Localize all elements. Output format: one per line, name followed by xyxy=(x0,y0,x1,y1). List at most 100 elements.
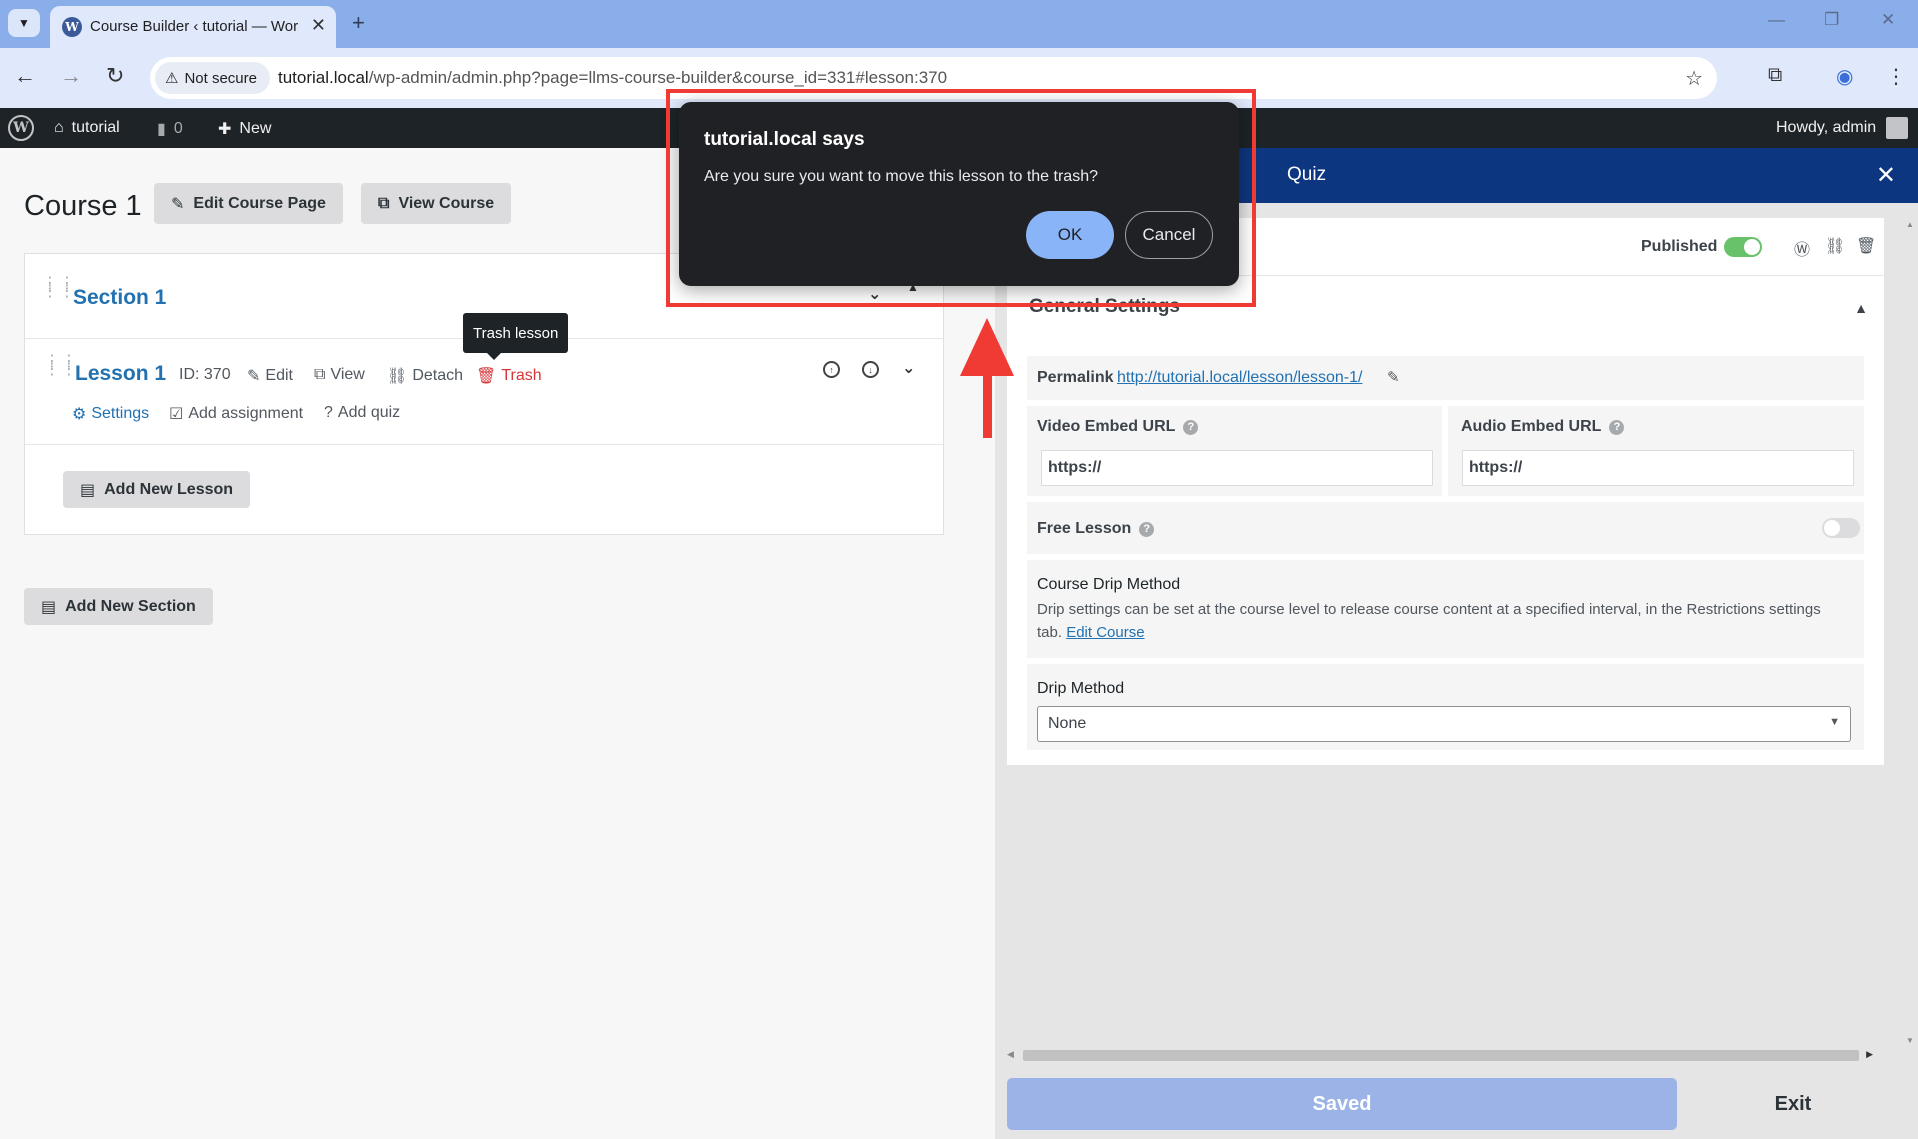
new-tab-button[interactable]: + xyxy=(352,10,365,36)
comment-bubble-icon: ▮ xyxy=(157,121,166,138)
add-assignment-link[interactable]: ☑ Add assignment xyxy=(169,404,303,424)
panel-close-icon[interactable]: ✕ xyxy=(1876,161,1896,190)
lesson-settings-label: Settings xyxy=(91,405,150,422)
free-lesson-row: Free Lesson? xyxy=(1027,502,1864,554)
edit-course-page-button[interactable]: ✎ Edit Course Page xyxy=(154,183,343,224)
add-new-lesson-label: Add New Lesson xyxy=(104,480,234,498)
help-icon: ? xyxy=(1183,420,1199,435)
unlink-icon[interactable]: ⛓ xyxy=(1825,236,1845,256)
site-name: tutorial xyxy=(71,119,120,136)
help-icon: ? xyxy=(1609,420,1625,435)
wordpress-favicon-icon: W xyxy=(62,17,82,37)
avatar[interactable] xyxy=(1886,117,1908,139)
site-name-link[interactable]: ⌂ tutorial xyxy=(54,119,120,137)
warning-triangle-icon: ⚠ xyxy=(165,70,179,87)
reload-icon[interactable]: ↻ xyxy=(106,63,124,89)
free-lesson-toggle[interactable] xyxy=(1822,518,1860,538)
view-course-label: View Course xyxy=(398,194,495,212)
external-link-icon: ⧉ xyxy=(314,366,326,383)
audio-embed-label: Audio Embed URL? xyxy=(1461,418,1625,436)
browser-menu-icon[interactable]: ⋮ xyxy=(1886,64,1906,89)
close-window-icon[interactable]: ✕ xyxy=(1881,10,1895,30)
horizontal-scroll-thumb[interactable] xyxy=(1023,1050,1859,1061)
published-toggle[interactable] xyxy=(1724,237,1762,257)
video-embed-label: Video Embed URL? xyxy=(1037,418,1199,436)
horizontal-scrollbar[interactable]: ◀ ▶ xyxy=(1005,1047,1875,1063)
drip-method-field: Drip Method None ▼ xyxy=(1027,664,1864,750)
document-icon: ▤ xyxy=(80,481,96,499)
trash-icon: 🗑 xyxy=(476,368,497,385)
drip-title: Course Drip Method xyxy=(1037,576,1181,593)
lesson-id: ID: 370 xyxy=(179,366,231,383)
wordpress-logo-icon[interactable]: W xyxy=(8,115,34,141)
comments-link[interactable]: ▮ 0 xyxy=(157,119,183,139)
dropdown-arrow-icon: ▼ xyxy=(1829,716,1840,728)
view-course-button[interactable]: ⧉ View Course xyxy=(361,183,512,224)
section-drag-handle-icon[interactable]: ⋮⋮ ⋮⋮ xyxy=(42,276,76,300)
lesson-view-link[interactable]: ⧉ View xyxy=(314,366,365,384)
forward-arrow-icon[interactable]: → xyxy=(60,63,82,89)
audio-embed-input[interactable] xyxy=(1462,450,1854,486)
scroll-right-arrow-icon[interactable]: ▶ xyxy=(1866,1049,1873,1060)
lesson-settings-link[interactable]: ⚙ Settings xyxy=(72,404,149,424)
scroll-up-arrow-icon[interactable]: ▲ xyxy=(1906,220,1914,229)
add-new-lesson-button[interactable]: ▤ Add New Lesson xyxy=(63,471,251,508)
move-up-icon[interactable]: ↑ xyxy=(823,361,840,378)
exit-button[interactable]: Exit xyxy=(1693,1078,1893,1130)
tab-quiz[interactable]: Quiz xyxy=(1287,164,1326,186)
add-assignment-label: Add assignment xyxy=(188,405,304,422)
edit-course-link[interactable]: Edit Course xyxy=(1066,624,1144,641)
section-title[interactable]: Section 1 xyxy=(73,286,166,310)
minimize-icon[interactable]: — xyxy=(1768,10,1785,30)
howdy-account-link[interactable]: Howdy, admin xyxy=(1776,119,1876,137)
scroll-left-arrow-icon[interactable]: ◀ xyxy=(1007,1049,1014,1060)
add-new-section-button[interactable]: ▤ Add New Section xyxy=(24,588,213,625)
bookmark-star-icon[interactable]: ☆ xyxy=(1685,66,1703,91)
drip-method-info: Course Drip Method Drip settings can be … xyxy=(1027,560,1864,658)
permalink-row: Permalink http://tutorial.local/lesson/l… xyxy=(1027,356,1864,400)
lesson-edit-link[interactable]: ✎ Edit xyxy=(247,366,293,386)
tab-close-icon[interactable]: ✕ xyxy=(311,15,326,36)
collapse-caret-up-icon[interactable]: ▲ xyxy=(1854,300,1868,316)
lesson-drag-handle-icon[interactable]: ⋮⋮ ⋮⋮ xyxy=(44,354,78,378)
tab-search-chevron-icon[interactable]: ▼ xyxy=(8,9,40,37)
security-chip[interactable]: ⚠ Not secure xyxy=(155,62,270,94)
gear-icon: ⚙ xyxy=(72,406,87,423)
vertical-scrollbar[interactable]: ▲ ▼ xyxy=(1902,218,1918,1048)
trash-lesson-tooltip: Trash lesson xyxy=(463,313,569,360)
wordpress-icon[interactable]: Ⓦ xyxy=(1794,236,1810,260)
drip-method-select[interactable]: None ▼ xyxy=(1037,706,1851,742)
drip-method-label: Drip Method xyxy=(1037,680,1125,697)
edit-icon: ✎ xyxy=(171,195,185,213)
video-embed-field: Video Embed URL? xyxy=(1027,406,1442,496)
pencil-icon[interactable]: ✎ xyxy=(1387,368,1400,386)
back-arrow-icon[interactable]: ← xyxy=(14,63,36,89)
move-down-icon[interactable]: ↓ xyxy=(862,361,879,378)
saved-button[interactable]: Saved xyxy=(1007,1078,1677,1130)
extensions-icon[interactable]: ⧉ xyxy=(1768,64,1782,87)
permalink-url[interactable]: http://tutorial.local/lesson/lesson-1/ xyxy=(1117,369,1362,387)
unlink-icon: ⛓ xyxy=(387,368,408,385)
new-content-link[interactable]: ✚ New xyxy=(218,119,271,139)
scroll-down-arrow-icon[interactable]: ▼ xyxy=(1906,1036,1914,1045)
lesson-expand-chevron-icon[interactable]: ⌄ xyxy=(902,358,915,378)
restore-icon[interactable]: ❐ xyxy=(1824,10,1839,30)
lesson-detach-label: Detach xyxy=(412,367,464,384)
browser-tab-strip: ▼ W Course Builder ‹ tutorial — Wor ✕ + … xyxy=(0,0,1918,48)
free-lesson-label: Free Lesson? xyxy=(1037,520,1155,538)
url-host: tutorial.local xyxy=(278,68,369,87)
browser-tab[interactable]: W Course Builder ‹ tutorial — Wor ✕ xyxy=(50,6,336,48)
lesson-detach-link[interactable]: ⛓ Detach xyxy=(387,366,463,386)
edit-course-page-label: Edit Course Page xyxy=(193,194,326,212)
published-label: Published xyxy=(1641,238,1718,255)
trash-icon[interactable]: 🗑 xyxy=(1856,236,1876,256)
lesson-title[interactable]: Lesson 1 xyxy=(75,362,166,386)
lesson-trash-link[interactable]: 🗑 Trash xyxy=(476,366,542,386)
video-embed-input[interactable] xyxy=(1041,450,1433,486)
url-text[interactable]: tutorial.local/wp-admin/admin.php?page=l… xyxy=(278,68,947,88)
home-icon: ⌂ xyxy=(54,119,64,136)
add-quiz-link[interactable]: ? Add quiz xyxy=(324,404,400,422)
profile-icon[interactable]: ◉ xyxy=(1836,64,1853,89)
tab-title: Course Builder ‹ tutorial — Wor xyxy=(90,18,299,35)
add-new-section-label: Add New Section xyxy=(65,597,196,615)
